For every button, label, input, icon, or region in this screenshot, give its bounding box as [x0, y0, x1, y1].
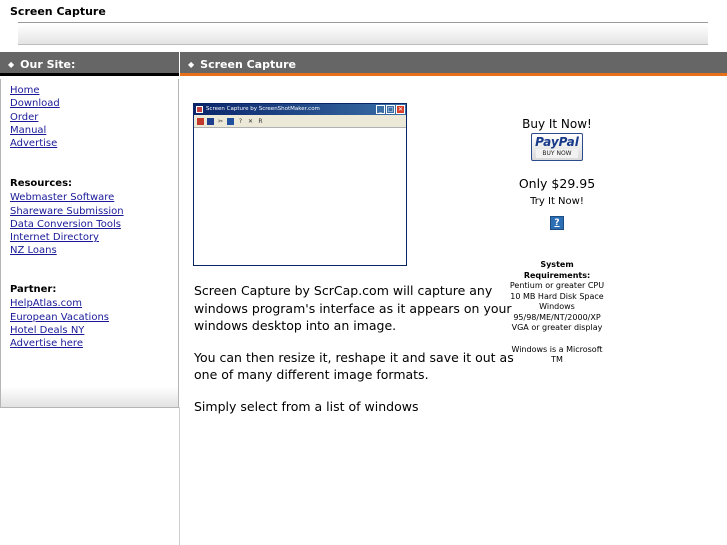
- resize-icon: R: [258, 117, 263, 125]
- column-divider: [179, 407, 180, 545]
- requirement-item: Pentium or greater CPU: [509, 281, 605, 290]
- help-icon: ?: [238, 117, 243, 125]
- partner-link-european-vacations[interactable]: European Vacations: [10, 311, 109, 324]
- nav-link-order[interactable]: Order: [10, 111, 60, 124]
- resource-link-data-conversion-tools[interactable]: Data Conversion Tools: [10, 218, 124, 231]
- partner-nav: Partner: HelpAtlas.com European Vacation…: [10, 283, 109, 350]
- requirement-item: VGA or greater display: [511, 323, 603, 332]
- nav-link-advertise[interactable]: Advertise: [10, 137, 60, 150]
- requirements-title: System Requirements:: [523, 260, 591, 280]
- resource-link-nz-loans[interactable]: NZ Loans: [10, 244, 124, 257]
- resources-title: Resources:: [10, 178, 73, 189]
- resource-link-internet-directory[interactable]: Internet Directory: [10, 231, 124, 244]
- nav-link-home[interactable]: Home: [10, 84, 60, 97]
- resource-link-webmaster-software[interactable]: Webmaster Software: [10, 191, 124, 204]
- window-controls: _ □ ✕: [376, 105, 405, 114]
- description-paragraph: Simply select from a list of windows: [194, 398, 419, 414]
- crop-icon: ✂: [217, 117, 224, 125]
- requirement-item: 10 MB Hard Disk Space: [510, 291, 604, 301]
- app-icon: [196, 106, 203, 113]
- buy-now-label: Buy It Now!: [522, 117, 592, 131]
- minimize-icon: _: [376, 105, 385, 114]
- partner-link-hotel-deals-ny[interactable]: Hotel Deals NY: [10, 324, 109, 337]
- screenshot-title: Screen Capture by ScreenShotMaker.com: [206, 106, 320, 112]
- app-screenshot: Screen Capture by ScreenShotMaker.com _ …: [193, 103, 407, 266]
- palette-icon: [197, 117, 204, 125]
- paypal-buy-now-text: BUY NOW: [536, 149, 578, 158]
- description-paragraph: You can then resize it, reshape it and s…: [194, 349, 514, 383]
- price: Only $29.95: [518, 176, 596, 191]
- header-band: [18, 24, 708, 45]
- partner-link-helpatlas[interactable]: HelpAtlas.com: [10, 297, 109, 310]
- partner-title: Partner:: [10, 284, 57, 295]
- page-title: Screen Capture: [10, 5, 106, 18]
- resource-link-shareware-submission[interactable]: Shareware Submission: [10, 205, 124, 218]
- screenshot-toolbar: ✂ ? ✕ R: [194, 115, 406, 128]
- paypal-buy-button[interactable]: PayPal BUY NOW: [531, 133, 583, 161]
- nav-link-download[interactable]: Download: [10, 97, 60, 110]
- description: Screen Capture by ScrCap.com will captur…: [194, 282, 514, 429]
- try-it-now-label: Try It Now!: [530, 196, 584, 207]
- diamond-icon: ◆: [188, 60, 195, 69]
- save-icon: [207, 117, 214, 125]
- trademark-note: Windows is a Microsoft TM: [511, 344, 603, 365]
- description-paragraph: Screen Capture by ScrCap.com will captur…: [194, 283, 512, 333]
- sidebar-footer-fade: [1, 387, 178, 407]
- maximize-icon: □: [386, 105, 395, 114]
- main-heading: ◆ Screen Capture: [180, 52, 727, 76]
- title-divider: [18, 22, 708, 23]
- close-icon: ✕: [396, 105, 405, 114]
- print-icon: [227, 117, 234, 125]
- requirement-item: Windows 95/98/ME/NT/2000/XP: [513, 302, 601, 322]
- sidebar-heading: ◆ Our Site:: [0, 52, 179, 76]
- sidebar-heading-label: Our Site:: [20, 58, 76, 71]
- nav-link-manual[interactable]: Manual: [10, 124, 60, 137]
- resources-nav: Resources: Webmaster Software Shareware …: [10, 177, 124, 258]
- partner-link-advertise-here[interactable]: Advertise here: [10, 337, 109, 350]
- purchase-box: Buy It Now! PayPal BUY NOW Only $29.95 T…: [507, 117, 607, 230]
- diamond-icon: ◆: [8, 60, 15, 69]
- screenshot-titlebar: Screen Capture by ScreenShotMaker.com _ …: [194, 104, 406, 115]
- system-requirements: System Requirements: Pentium or greater …: [508, 260, 606, 366]
- main-heading-label: Screen Capture: [200, 58, 296, 71]
- site-nav: Home Download Order Manual Advertise: [10, 84, 60, 150]
- paypal-logo: PayPal: [535, 135, 579, 149]
- close-icon: ✕: [247, 117, 254, 125]
- download-help-icon[interactable]: ?: [550, 216, 564, 230]
